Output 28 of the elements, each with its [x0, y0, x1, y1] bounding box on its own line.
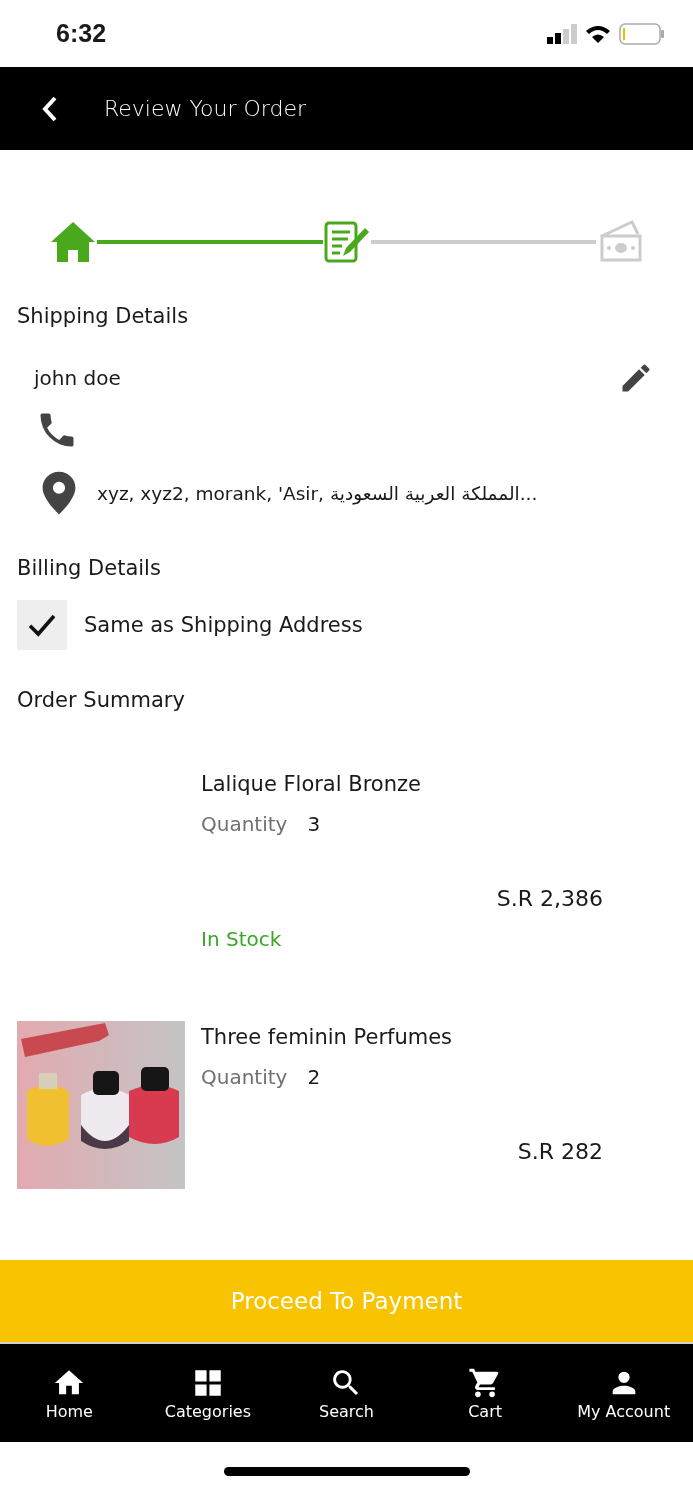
section-heading: Shipping Details	[17, 304, 190, 328]
status-time: 6:32	[56, 19, 107, 48]
home-icon	[49, 220, 97, 264]
tab-bar-item[interactable]: Home	[0, 1344, 139, 1442]
checkbox-label: Same as Shipping Address	[84, 613, 363, 637]
stock-status: In Stock	[201, 927, 283, 951]
checkbox[interactable]	[17, 600, 67, 650]
tab-bar-item[interactable]: Cart	[415, 1344, 555, 1442]
quantity-label: Quantity	[201, 1065, 288, 1089]
section-heading: Billing Details	[17, 556, 162, 580]
customer-name: john doe	[34, 366, 121, 390]
quantity-value: 2	[307, 1065, 321, 1089]
product-name: Lalique Floral Bronze	[201, 772, 422, 796]
tab-bar-item[interactable]: My Account	[554, 1344, 693, 1442]
battery-icon	[619, 22, 665, 45]
product-price: S.R 282	[517, 1139, 603, 1164]
quantity-value: 3	[307, 812, 321, 836]
screen-title: Review Your Order	[104, 96, 306, 121]
product-name: Three feminin Perfumes	[201, 1025, 454, 1049]
signal-icon	[547, 23, 577, 44]
address-text: xyz, xyz2, morank, 'Asir, المملكة العربية السعودية...	[97, 482, 538, 504]
tab-bar-item[interactable]: Categories	[138, 1344, 278, 1442]
form-pencil-icon	[322, 220, 371, 264]
quantity-label: Quantity	[201, 812, 288, 836]
section-heading: Order Summary	[17, 688, 186, 712]
wifi-icon	[585, 23, 611, 44]
tab-bar-item[interactable]: Search	[277, 1344, 416, 1442]
product-price: S.R 2,386	[496, 886, 603, 911]
